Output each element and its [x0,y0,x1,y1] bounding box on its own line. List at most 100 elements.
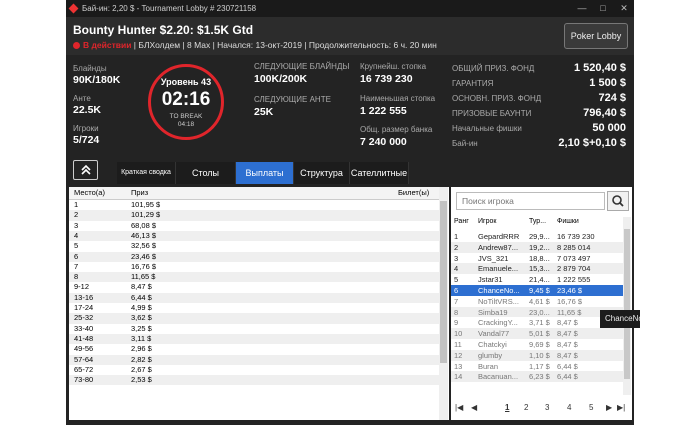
player-player: Chatckyi [478,340,507,349]
player-name-tooltip: ChanceNo [600,310,640,328]
payout-prize: 3,25 $ [131,323,152,333]
page-5-link[interactable]: 5 [589,403,593,412]
prev-page-button[interactable]: ◀ [471,403,477,412]
first-page-button[interactable]: |◀ [455,403,463,412]
payout-prize: 4,99 $ [131,303,152,312]
search-button[interactable] [607,191,629,211]
player-chips: 8 285 014 [557,242,591,252]
payout-place: 33-40 [74,323,94,333]
players-label: Игроки [73,124,99,133]
player-tour: 23,0... [529,307,550,317]
table-row[interactable]: 25-32 3,62 $ [69,313,439,324]
minimize-button[interactable]: — [575,0,589,17]
poker-lobby-button[interactable]: Poker Lobby [564,23,628,49]
payout-place: 4 [74,230,79,240]
table-row[interactable]: 33-40 3,25 $ [69,324,439,334]
page-4-link[interactable]: 4 [567,403,571,412]
table-row[interactable]: 49-56 2,96 $ [69,344,439,354]
list-item[interactable]: 7 NoTiltVRS... 4,61 $ 16,76 $ [451,296,623,307]
page-3-link[interactable]: 3 [545,403,549,412]
scrollbar-thumb[interactable] [624,229,630,379]
table-row[interactable]: 17-24 4,99 $ [69,303,439,313]
list-item[interactable]: 4 Emanuele... 15,3... 2 879 704 [451,263,623,275]
table-row[interactable]: 7 16,76 $ [69,262,439,272]
player-tour: 6,23 $ [529,372,550,382]
table-row[interactable]: 41-48 3,11 $ [69,333,439,345]
table-row[interactable]: 57-64 2,82 $ [69,354,439,365]
table-row[interactable]: 13-16 6,44 $ [69,292,439,303]
player-chips: 8,47 $ [557,318,578,328]
scrollbar-thumb[interactable] [440,201,447,363]
tab-satellites[interactable]: Сателлитные [350,162,409,184]
pokerstars-logo-icon [68,3,79,14]
list-item[interactable]: 14 Bacanuan... 6,23 $ 6,44 $ [451,371,623,383]
largest-stack-label: Крупнейш. стопка [360,62,427,71]
page-2-link[interactable]: 2 [524,403,528,412]
table-row[interactable]: 8 11,65 $ [69,272,439,283]
next-page-button[interactable]: ▶ [606,403,612,412]
player-rank: 6 [454,286,459,295]
payout-prize: 68,08 $ [131,220,157,230]
player-rank: 11 [454,340,462,349]
col-tour[interactable]: Тур... [529,218,546,225]
table-row[interactable]: 5 32,56 $ [69,241,439,251]
last-page-button[interactable]: ▶| [617,403,625,412]
maximize-button[interactable]: □ [596,0,610,17]
table-row[interactable]: 73-80 2,53 $ [69,375,439,386]
list-item[interactable]: 12 glumby 1,10 $ 8,47 $ [451,349,623,361]
list-item[interactable]: 3 JVS_321 18,8... 7 073 497 [451,253,623,264]
list-item[interactable]: 10 Vandal77 5,01 $ 8,47 $ [451,328,623,339]
player-rank: 12 [454,350,463,360]
payout-place: 2 [74,210,79,220]
tab-structure[interactable]: Структура [294,162,350,184]
player-search-input[interactable] [456,192,605,210]
collapse-button[interactable] [73,160,98,180]
table-row[interactable]: 65-72 2,67 $ [69,365,439,375]
col-prize[interactable]: Приз [131,188,148,197]
player-rank: 10 [454,329,463,339]
col-ticket[interactable]: Билет(ы) [398,188,429,197]
table-row[interactable]: 4 46,13 $ [69,230,439,242]
payout-place: 57-64 [74,354,94,364]
tab-payouts[interactable]: Выплаты [236,162,294,184]
close-button[interactable]: ✕ [617,0,631,17]
player-rank: 14 [454,372,463,382]
table-row[interactable]: 9-12 8,47 $ [69,282,439,292]
table-row[interactable]: 6 23,46 $ [69,251,439,262]
page-1-link[interactable]: 1 [505,403,509,412]
payouts-scrollbar[interactable] [439,187,448,420]
payout-place: 8 [74,272,79,282]
col-player[interactable]: Игрок [478,218,496,225]
table-row[interactable]: 3 68,08 $ [69,221,439,231]
col-chips[interactable]: Фишки [557,218,579,225]
ante-label: Анте [73,94,91,103]
list-item[interactable]: 11 Chatckyi 9,69 $ 8,47 $ [451,339,623,350]
table-row[interactable]: 2 101,29 $ [69,210,439,221]
payouts-header: Место(а) Приз Билет(ы) [69,187,439,200]
player-tour: 1,17 $ [529,361,550,371]
payout-prize: 101,29 $ [131,210,161,220]
payout-place: 73-80 [74,375,94,385]
list-item[interactable]: 6 ChanceNo... 9,45 $ 23,46 $ [451,285,623,296]
list-item[interactable]: 2 Andrew87... 19,2... 8 285 014 [451,241,623,253]
list-item[interactable]: 8 Simba19 23,0... 11,65 $ [451,306,623,318]
player-chips: 2 879 704 [557,264,591,274]
players-scrollbar[interactable] [623,217,631,395]
tab-summary[interactable]: Краткая сводка [117,162,176,184]
table-row[interactable]: 1 101,95 $ [69,200,439,210]
payout-place: 25-32 [74,313,94,323]
tab-tables[interactable]: Столы [176,162,236,184]
double-chevron-up-icon [80,164,91,175]
list-item[interactable]: 9 CrackingY... 3,71 $ 8,47 $ [451,317,623,328]
col-place[interactable]: Место(а) [74,188,105,197]
player-tour: 4,61 $ [529,296,550,306]
player-player: Simba19 [478,307,508,317]
col-rank[interactable]: Ранг [454,218,469,225]
search-icon [612,195,624,207]
payout-place: 1 [74,200,79,209]
list-item[interactable]: 5 Jstar31 21,4... 1 222 555 [451,274,623,285]
player-chips: 8,47 $ [557,340,578,349]
payout-place: 13-16 [74,292,94,302]
list-item[interactable]: 1 GepardRRR 29,9... 16 739 230 [451,231,623,242]
list-item[interactable]: 13 Buran 1,17 $ 6,44 $ [451,361,623,372]
